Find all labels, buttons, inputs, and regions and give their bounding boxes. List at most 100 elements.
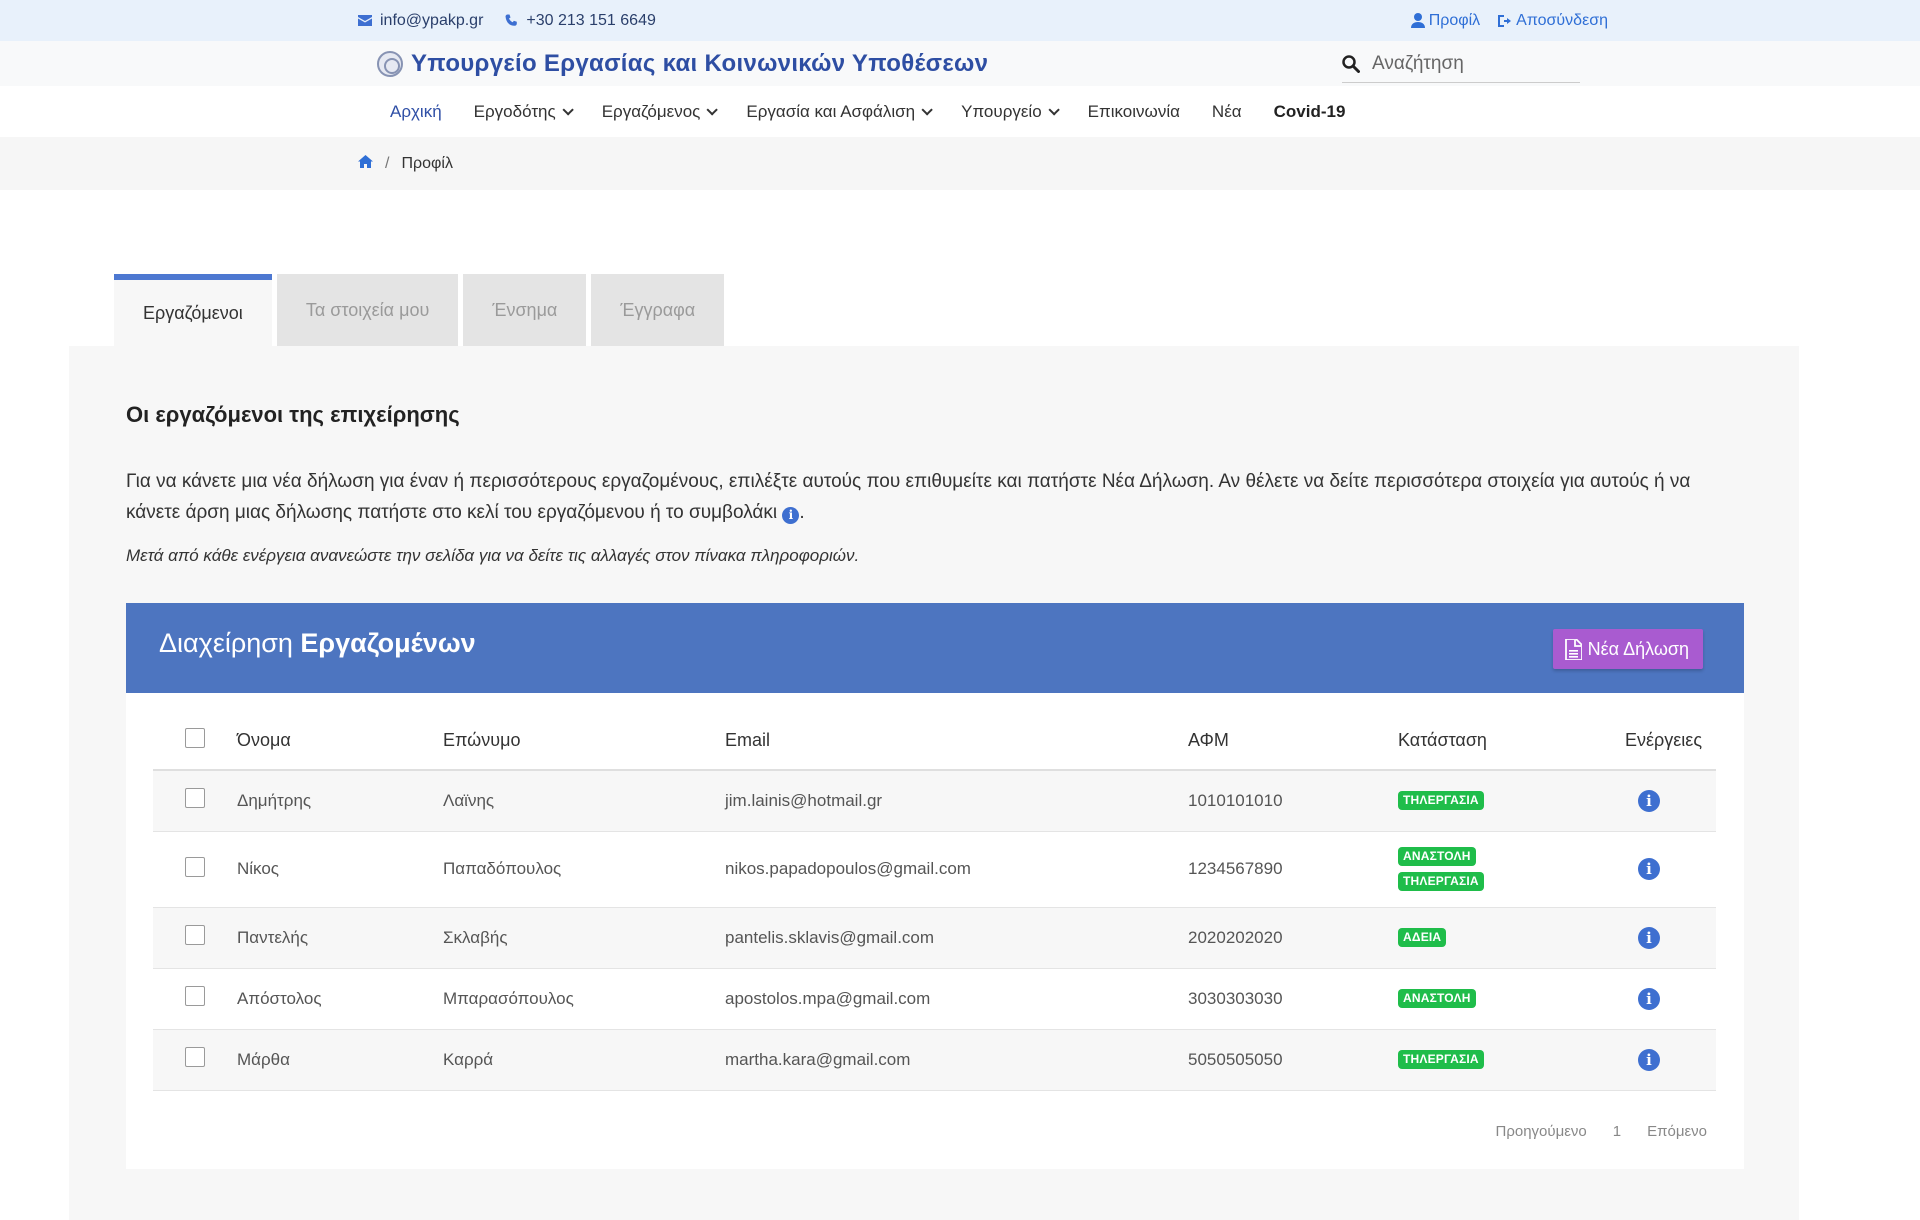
table-row[interactable]: Μάρθα Καρρά martha.kara@gmail.com 505050…: [153, 1029, 1716, 1090]
row-checkbox[interactable]: [185, 925, 205, 945]
home-icon: [358, 154, 373, 168]
nav-label: Επικοινωνία: [1087, 101, 1180, 121]
column-header-last-name[interactable]: Επώνυμο: [443, 693, 725, 771]
cell-status: ΤΗΛΕΡΓΑΣΙΑ: [1398, 770, 1619, 831]
cell-first-name[interactable]: Παντελής: [237, 907, 443, 968]
row-checkbox[interactable]: [185, 1047, 205, 1067]
breadcrumb-separator: /: [385, 154, 390, 172]
logout-label: Αποσύνδεση: [1516, 11, 1608, 29]
chevron-down-icon: [921, 103, 933, 116]
cell-email[interactable]: apostolos.mpa@gmail.com: [725, 968, 1188, 1029]
card-header: Διαχείρηση Εργαζομένων Νέα Δήλωση: [126, 603, 1744, 693]
cell-first-name[interactable]: Νίκος: [237, 831, 443, 907]
table-row[interactable]: Παντελής Σκλαβής pantelis.sklavis@gmail.…: [153, 907, 1716, 968]
pagination-page[interactable]: 1: [1613, 1123, 1621, 1140]
employees-panel: Οι εργαζόμενοι της επιχείρησης Για να κά…: [69, 346, 1799, 1220]
nav-item-ministry[interactable]: Υπουργείο: [961, 101, 1060, 122]
row-checkbox[interactable]: [185, 856, 205, 877]
cell-first-name[interactable]: Δημήτρης: [237, 770, 443, 831]
nav-item-employer[interactable]: Εργοδότης: [473, 101, 574, 122]
row-checkbox[interactable]: [185, 986, 205, 1006]
phone-icon: [505, 14, 518, 26]
nav-item-work-insurance[interactable]: Εργασία και Ασφάλιση: [746, 101, 933, 122]
info-icon[interactable]: i: [1638, 926, 1660, 949]
cell-first-name[interactable]: Μάρθα: [237, 1029, 443, 1090]
info-icon[interactable]: i: [1638, 858, 1660, 880]
search-input[interactable]: [1372, 52, 1572, 75]
breadcrumb-home[interactable]: [358, 154, 373, 173]
column-header-first-name[interactable]: Όνομα: [237, 693, 443, 771]
cell-afm[interactable]: 3030303030: [1188, 968, 1398, 1029]
email-link[interactable]: info@ypakp.gr: [358, 12, 483, 30]
cell-last-name[interactable]: Μπαρασόπουλος: [443, 968, 725, 1029]
cell-afm[interactable]: 2020202020: [1188, 907, 1398, 968]
tab-stamps[interactable]: Ένσημα: [463, 274, 587, 346]
nav-item-covid[interactable]: Covid-19: [1274, 102, 1346, 122]
tab-documents[interactable]: Έγγραφα: [591, 274, 725, 346]
nav-label: Εργοδότης: [473, 101, 556, 121]
row-checkbox[interactable]: [185, 788, 205, 809]
nav-label: Υπουργείο: [961, 101, 1042, 121]
phone-link[interactable]: +30 213 151 6649: [505, 11, 656, 30]
column-header-email[interactable]: Email: [725, 693, 1188, 771]
cell-last-name[interactable]: Παπαδόπουλος: [443, 831, 725, 907]
nav-label: Νέα: [1211, 101, 1242, 121]
envelope-icon: [358, 15, 372, 26]
table-row[interactable]: Νίκος Παπαδόπουλος nikos.papadopoulos@gm…: [153, 831, 1716, 907]
column-header-afm[interactable]: ΑΦΜ: [1188, 693, 1398, 771]
intro-text: Για να κάνετε μια νέα δήλωση για έναν ή …: [126, 466, 1746, 528]
info-icon[interactable]: i: [1638, 789, 1660, 812]
table-row[interactable]: Δημήτρης Λαϊνης jim.lainis@hotmail.gr 10…: [153, 770, 1716, 831]
pagination: Προηγούμενο 1 Επόμενο: [1496, 1123, 1708, 1140]
nav-item-news[interactable]: Νέα: [1212, 102, 1242, 122]
chevron-down-icon: [562, 103, 574, 116]
cell-afm[interactable]: 1234567890: [1188, 831, 1398, 907]
status-badge: ΤΗΛΕΡΓΑΣΙΑ: [1398, 1050, 1484, 1069]
profile-link[interactable]: Προφίλ: [1410, 12, 1480, 30]
table-row[interactable]: Απόστολος Μπαρασόπουλος apostolos.mpa@gm…: [153, 968, 1716, 1029]
chevron-down-icon: [1048, 103, 1060, 116]
nav-label: Covid-19: [1273, 101, 1346, 121]
phone-text: +30 213 151 6649: [526, 11, 656, 29]
ministry-logo-link[interactable]: Υπουργείο Εργασίας και Κοινωνικών Υποθέσ…: [377, 41, 988, 86]
cell-last-name[interactable]: Καρρά: [443, 1029, 725, 1090]
site-header: Υπουργείο Εργασίας και Κοινωνικών Υποθέσ…: [0, 41, 1920, 86]
nav-label: Αρχική: [390, 101, 442, 121]
new-declaration-button[interactable]: Νέα Δήλωση: [1552, 629, 1703, 669]
cell-status: ΑΝΑΣΤΟΛΗ ΤΗΛΕΡΓΑΣΙΑ: [1398, 831, 1619, 907]
info-icon[interactable]: i: [1638, 1048, 1660, 1071]
intro-body: Για να κάνετε μια νέα δήλωση για έναν ή …: [126, 471, 1691, 523]
email-text: info@ypakp.gr: [380, 11, 484, 29]
cell-last-name[interactable]: Σκλαβής: [443, 907, 725, 968]
cell-status: ΑΝΑΣΤΟΛΗ: [1398, 968, 1619, 1029]
cell-afm[interactable]: 5050505050: [1188, 1029, 1398, 1090]
column-header-status[interactable]: Κατάσταση: [1398, 693, 1619, 771]
nav-item-employee[interactable]: Εργαζόμενος: [602, 102, 719, 122]
search-icon[interactable]: [1342, 54, 1360, 73]
cell-afm[interactable]: 1010101010: [1188, 770, 1398, 831]
tab-my-details[interactable]: Τα στοιχεία μου: [276, 274, 459, 346]
status-badge: ΑΝΑΣΤΟΛΗ: [1398, 989, 1476, 1008]
logout-link[interactable]: Αποσύνδεση: [1498, 12, 1608, 30]
cell-last-name[interactable]: Λαϊνης: [443, 770, 725, 831]
nav-label: Εργασία και Ασφάλιση: [746, 101, 916, 121]
tab-employees[interactable]: Εργαζόμενοι: [114, 274, 272, 346]
sign-out-icon: [1498, 14, 1512, 27]
pagination-next[interactable]: Επόμενο: [1647, 1123, 1707, 1140]
employees-card: Διαχείρηση Εργαζομένων Νέα Δήλωση Όνομα …: [126, 603, 1744, 1169]
cell-first-name[interactable]: Απόστολος: [237, 968, 443, 1029]
card-title-light: Διαχείρηση: [159, 628, 293, 658]
cell-email[interactable]: martha.kara@gmail.com: [725, 1029, 1188, 1090]
select-all-checkbox[interactable]: [185, 727, 205, 748]
info-icon[interactable]: i: [1638, 987, 1660, 1010]
cell-email[interactable]: pantelis.sklavis@gmail.com: [725, 907, 1188, 968]
pagination-previous[interactable]: Προηγούμενο: [1496, 1123, 1587, 1140]
cell-email[interactable]: jim.lainis@hotmail.gr: [725, 770, 1188, 831]
column-header-actions: Ενέργειες: [1619, 693, 1716, 771]
nav-item-home[interactable]: Αρχική: [390, 102, 442, 122]
main-nav: Αρχική Εργοδότης Εργαζόμενος Εργασία και…: [0, 86, 1920, 137]
employees-table: Όνομα Επώνυμο Email ΑΦΜ Κατάσταση Ενέργε…: [153, 693, 1716, 1091]
nav-item-contact[interactable]: Επικοινωνία: [1088, 102, 1180, 122]
cell-email[interactable]: nikos.papadopoulos@gmail.com: [725, 831, 1188, 907]
table-header-row: Όνομα Επώνυμο Email ΑΦΜ Κατάσταση Ενέργε…: [153, 693, 1716, 771]
